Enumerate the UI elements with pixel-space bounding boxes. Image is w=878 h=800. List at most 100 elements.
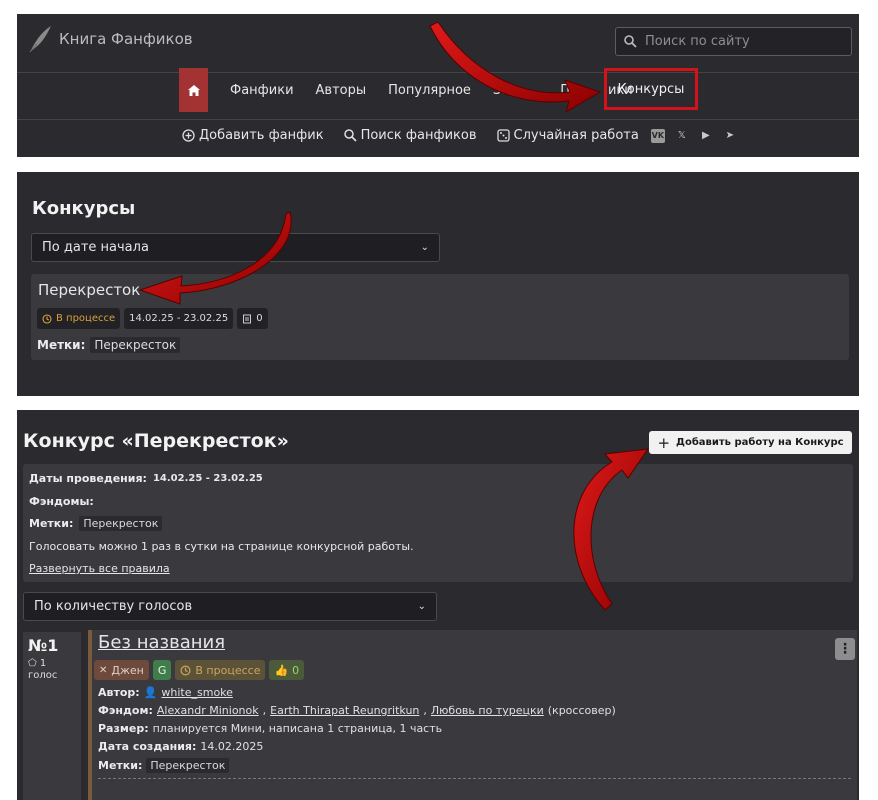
nav-authors[interactable]: Авторы — [305, 83, 378, 98]
tags-row: Метки: Перекресток — [29, 516, 163, 531]
nav-help-start[interactable]: По — [520, 83, 578, 98]
fandom-link-2[interactable]: Earth Thirapat Reungritkun — [270, 704, 419, 717]
dates-row: Даты проведения: 14.02.25 - 23.02.25 — [29, 472, 263, 485]
search-fanfics-label: Поиск фанфиков — [360, 128, 477, 143]
sort-select[interactable]: По количеству голосов ⌄ — [23, 592, 437, 621]
status-text: В процессе — [195, 663, 261, 677]
add-fanfic-link[interactable]: Добавить фанфик — [182, 128, 324, 143]
contest-card-title[interactable]: Перекресток — [38, 281, 140, 299]
author-label: Автор: — [98, 686, 140, 699]
vote-note: Голосовать можно 1 раз в сутки на страни… — [29, 540, 414, 553]
comma: , — [423, 704, 427, 717]
plus-icon: + — [657, 433, 671, 452]
nav-fanfics[interactable]: Фанфики — [219, 83, 305, 98]
status-text: В процессе — [56, 313, 116, 324]
fandom-link-1[interactable]: Alexandr Minionok — [157, 704, 259, 717]
contest-badges: В процессе 14.02.25 - 23.02.25 0 — [37, 308, 268, 329]
expand-rules-link[interactable]: Развернуть все правила — [29, 562, 170, 575]
add-work-label: Добавить работу на Конкурс — [676, 437, 844, 448]
contest-title: Конкурс «Перекресток» — [23, 430, 289, 452]
more-menu-button[interactable]: ⋮ — [835, 638, 855, 660]
sort-value: По дате начала — [42, 240, 149, 255]
works-count: 0 — [256, 313, 263, 324]
clock-icon — [180, 664, 191, 676]
created-row: Дата создания: 14.02.2025 — [98, 740, 263, 753]
contest-card[interactable]: Перекресток В процессе 14.02.25 - 23.02.… — [31, 274, 849, 360]
nav-requests[interactable]: За — [482, 83, 520, 98]
votes-word: голос — [28, 670, 58, 681]
created-value: 14.02.2025 — [200, 740, 264, 753]
dates-label: Даты проведения: — [29, 472, 147, 485]
votes-count: 1 — [39, 658, 47, 669]
direction-badge: ✕ Джен — [94, 660, 149, 680]
youtube-icon[interactable]: ▶ — [699, 129, 713, 143]
site-header: Книга Фанфиков Фанфики Авторы Популярное… — [17, 14, 859, 157]
page-title: Конкурсы — [32, 198, 136, 219]
plus-circle-icon — [182, 129, 195, 142]
author-link[interactable]: white_smoke — [161, 686, 233, 699]
nav-home[interactable] — [179, 68, 208, 112]
direction-text: Джен — [111, 663, 144, 677]
tags-label: Метки: — [37, 338, 86, 352]
user-icon: 👤 — [143, 686, 158, 699]
comma: , — [262, 704, 267, 717]
entry-badges: ✕ Джен G В процессе 👍 0 — [94, 660, 305, 680]
fandom-link-3[interactable]: Любовь по турецки — [431, 704, 544, 717]
search-input[interactable] — [643, 33, 847, 50]
tag-chip[interactable]: Перекресток — [79, 516, 163, 531]
sub-nav: Добавить фанфик Поиск фанфиков Случайная… — [182, 128, 737, 143]
tag-chip[interactable]: Перекресток — [146, 758, 230, 773]
document-icon — [243, 314, 252, 323]
works-count-badge: 0 — [237, 308, 268, 329]
add-fanfic-label: Добавить фанфик — [199, 128, 324, 143]
fandom-suffix: (кроссовер) — [547, 704, 616, 717]
site-search[interactable] — [615, 27, 852, 56]
nav-popular[interactable]: Популярное — [377, 83, 482, 98]
add-work-button[interactable]: + Добавить работу на Конкурс — [649, 431, 852, 454]
main-nav: Фанфики Авторы Популярное За По ики — [179, 68, 644, 112]
vote-note-text: Голосовать можно 1 раз в сутки на страни… — [29, 540, 414, 553]
random-work-link[interactable]: Случайная работа — [496, 128, 639, 143]
entry-tags-row: Метки: Перекресток — [98, 758, 230, 773]
size-row: Размер: планируется Мини, написана 1 стр… — [98, 722, 442, 735]
dates-badge: 14.02.25 - 23.02.25 — [124, 308, 234, 329]
vk-icon[interactable]: VK — [650, 128, 665, 143]
fandoms-row: Фэндомы: — [29, 495, 94, 508]
search-fanfics-link[interactable]: Поиск фанфиков — [343, 128, 477, 143]
sort-select[interactable]: По дате начала ⌄ — [31, 233, 440, 262]
fandom-row: Фэндом: Alexandr Minionok, Earth Thirapa… — [98, 704, 616, 717]
contest-tags: Метки: Перекресток — [37, 337, 181, 353]
entry-votes: ⬠ 1 голос — [28, 658, 57, 682]
thumbs-up-icon: 👍 — [274, 663, 289, 677]
clock-icon — [42, 313, 52, 324]
logo-text: Книга Фанфиков — [59, 30, 193, 48]
vote-icon: ⬠ — [28, 658, 37, 669]
contest-info: Даты проведения: 14.02.25 - 23.02.25 Фэн… — [23, 464, 853, 582]
dates-text: 14.02.25 - 23.02.25 — [129, 313, 229, 324]
entry-title[interactable]: Без названия — [98, 632, 225, 653]
dates-value: 14.02.25 - 23.02.25 — [152, 473, 263, 484]
entry-card: Без названия ⋮ ✕ Джен G В процессе 👍 0 А… — [88, 630, 857, 800]
contests-page: Конкурсы По дате начала ⌄ Перекресток В … — [17, 172, 859, 396]
random-work-label: Случайная работа — [513, 128, 639, 143]
nav-contests[interactable]: Конкурсы — [604, 68, 698, 110]
rules-row: Развернуть все правила — [29, 562, 170, 575]
entry-number: №1 — [28, 636, 59, 655]
status-badge: В процессе — [37, 308, 121, 329]
tags-label: Метки: — [98, 759, 143, 772]
divider — [98, 778, 851, 779]
sort-value: По количеству голосов — [34, 599, 193, 614]
search-icon — [343, 129, 357, 142]
fandoms-label: Фэндомы: — [29, 495, 94, 508]
x-icon[interactable]: 𝕏 — [675, 129, 689, 143]
telegram-icon[interactable]: ➤ — [723, 129, 737, 143]
quill-icon — [29, 26, 51, 53]
tag-chip[interactable]: Перекресток — [90, 337, 181, 353]
site-logo[interactable]: Книга Фанфиков — [27, 24, 193, 54]
author-row: Автор: 👤 white_smoke — [98, 686, 233, 699]
size-value: планируется Мини, написана 1 страница, 1… — [152, 722, 443, 735]
likes-badge: 👍 0 — [269, 660, 305, 680]
crossed-swords-icon: ✕ — [99, 664, 108, 676]
tags-label: Метки: — [29, 517, 74, 530]
fandom-label: Фэндом: — [98, 704, 153, 717]
